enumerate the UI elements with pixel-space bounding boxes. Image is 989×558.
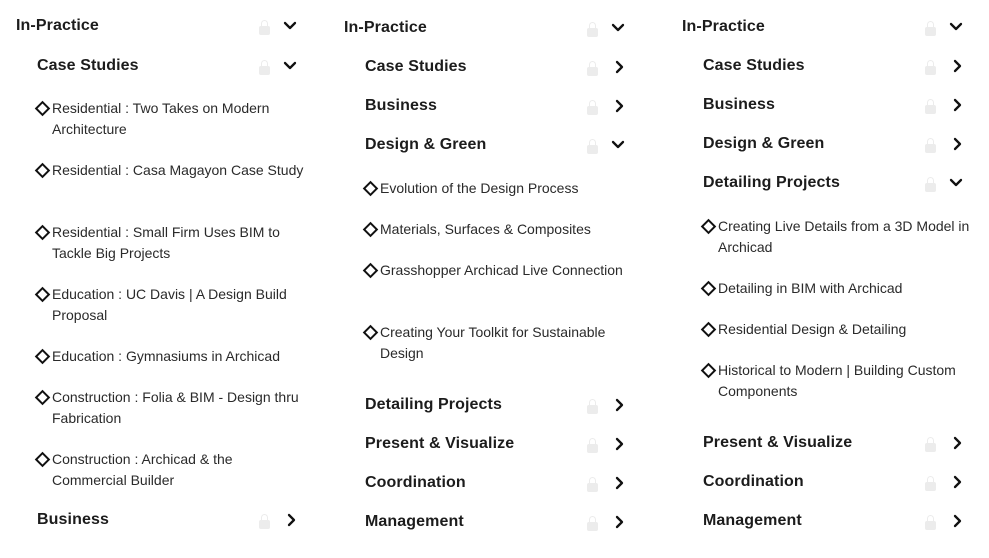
chevron-down-icon[interactable] (949, 176, 963, 190)
lesson-item[interactable]: Historical to Modern | Building Custom C… (700, 360, 973, 402)
lock-icon (925, 177, 936, 192)
module-case-studies[interactable]: Case Studies (37, 57, 306, 79)
chevron-right-icon[interactable] (285, 513, 299, 527)
panel-column-1: In-Practice Case Studies Residential : T… (0, 0, 320, 558)
module-present-visualize[interactable]: Present & Visualize (703, 434, 972, 456)
lesson-item[interactable]: Evolution of the Design Process (362, 178, 635, 199)
module-title: Case Studies (37, 57, 139, 74)
module-title: Case Studies (365, 58, 467, 75)
lock-icon (259, 20, 270, 35)
module-design-green[interactable]: Design & Green (703, 135, 972, 157)
chevron-right-icon[interactable] (951, 514, 965, 528)
panel-column-3: In-Practice Case Studies Business Design… (668, 0, 986, 558)
module-title: Design & Green (703, 135, 825, 152)
lock-icon (587, 139, 598, 154)
module-title: Present & Visualize (365, 435, 515, 452)
module-management[interactable]: Management (703, 512, 972, 534)
chevron-right-icon[interactable] (613, 515, 627, 529)
module-title: Detailing Projects (703, 174, 840, 191)
panel-column-2: In-Practice Case Studies Business Design… (330, 0, 650, 558)
module-design-green[interactable]: Design & Green (365, 136, 634, 158)
chevron-down-icon[interactable] (611, 138, 625, 152)
chevron-right-icon[interactable] (951, 98, 965, 112)
module-detailing-projects[interactable]: Detailing Projects (703, 174, 972, 196)
chevron-right-icon[interactable] (951, 137, 965, 151)
lock-icon (587, 399, 598, 414)
lock-icon (925, 476, 936, 491)
lock-icon (925, 515, 936, 530)
chevron-right-icon[interactable] (613, 60, 627, 74)
module-business[interactable]: Business (365, 97, 634, 119)
module-title: Detailing Projects (365, 396, 502, 413)
lesson-item[interactable]: Grasshopper Archicad Live Connection (362, 260, 635, 281)
lesson-item[interactable]: Construction : Folia & BIM - Design thru… (34, 387, 307, 429)
chevron-down-icon[interactable] (949, 20, 963, 34)
lesson-item[interactable]: Creating Your Toolkit for Sustainable De… (362, 322, 635, 364)
lesson-item[interactable]: Detailing in BIM with Archicad (700, 278, 973, 299)
module-case-studies[interactable]: Case Studies (365, 58, 634, 80)
lock-icon (925, 60, 936, 75)
lock-icon (587, 516, 598, 531)
section-header-in-practice[interactable]: In-Practice (16, 17, 306, 39)
lock-icon (259, 60, 270, 75)
lesson-item[interactable]: Materials, Surfaces & Composites (362, 219, 635, 240)
chevron-right-icon[interactable] (951, 436, 965, 450)
module-business[interactable]: Business (37, 511, 306, 533)
lesson-item[interactable]: Education : Gymnasiums in Archicad (34, 346, 307, 367)
lesson-item[interactable]: Residential : Small Firm Uses BIM to Tac… (34, 222, 307, 264)
module-title: Coordination (365, 474, 466, 491)
chevron-right-icon[interactable] (613, 398, 627, 412)
lock-icon (259, 514, 270, 529)
chevron-down-icon[interactable] (611, 21, 625, 35)
chevron-right-icon[interactable] (613, 99, 627, 113)
lock-icon (587, 22, 598, 37)
module-title: Design & Green (365, 136, 487, 153)
module-title: Business (37, 511, 109, 528)
lock-icon (587, 61, 598, 76)
module-management[interactable]: Management (365, 513, 634, 535)
section-title: In-Practice (16, 17, 99, 34)
lesson-item[interactable]: Residential Design & Detailing (700, 319, 973, 340)
chevron-down-icon[interactable] (283, 59, 297, 73)
section-title: In-Practice (682, 18, 765, 35)
lock-icon (925, 138, 936, 153)
module-title: Business (703, 96, 775, 113)
module-title: Business (365, 97, 437, 114)
lesson-item[interactable]: Construction : Archicad & the Commercial… (34, 449, 307, 491)
chevron-right-icon[interactable] (613, 437, 627, 451)
lock-icon (587, 477, 598, 492)
lock-icon (925, 99, 936, 114)
lesson-item[interactable]: Education : UC Davis | A Design Build Pr… (34, 284, 307, 326)
section-header-in-practice[interactable]: In-Practice (682, 18, 972, 40)
module-title: Management (703, 512, 802, 529)
module-business[interactable]: Business (703, 96, 972, 118)
module-title: Present & Visualize (703, 434, 853, 451)
lesson-item[interactable]: Creating Live Details from a 3D Model in… (700, 216, 973, 258)
section-header-in-practice[interactable]: In-Practice (344, 19, 634, 41)
module-case-studies[interactable]: Case Studies (703, 57, 972, 79)
lock-icon (587, 438, 598, 453)
chevron-down-icon[interactable] (283, 19, 297, 33)
module-present-visualize[interactable]: Present & Visualize (365, 435, 634, 457)
module-title: Management (365, 513, 464, 530)
module-detailing-projects[interactable]: Detailing Projects (365, 396, 634, 418)
lock-icon (925, 437, 936, 452)
lesson-item[interactable]: Residential : Two Takes on Modern Archit… (34, 98, 307, 140)
module-title: Coordination (703, 473, 804, 490)
module-title: Case Studies (703, 57, 805, 74)
module-coordination[interactable]: Coordination (703, 473, 972, 495)
chevron-right-icon[interactable] (951, 59, 965, 73)
lesson-item[interactable]: Residential : Casa Magayon Case Study (34, 160, 307, 181)
module-coordination[interactable]: Coordination (365, 474, 634, 496)
chevron-right-icon[interactable] (951, 475, 965, 489)
lock-icon (925, 21, 936, 36)
lock-icon (587, 100, 598, 115)
section-title: In-Practice (344, 19, 427, 36)
chevron-right-icon[interactable] (613, 476, 627, 490)
